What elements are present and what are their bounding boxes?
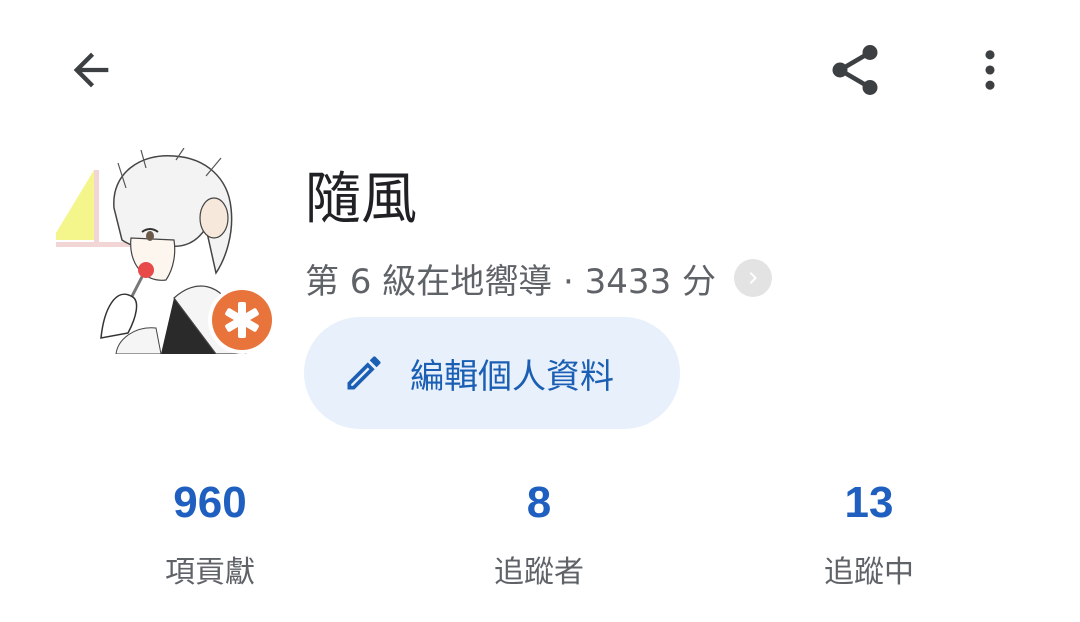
following-stat[interactable]: 13 追蹤中 xyxy=(739,470,999,598)
followers-count: 8 xyxy=(526,478,552,527)
local-guide-level-text: 第 6 級在地嚮導 · 3433 分 xyxy=(305,261,717,302)
local-guide-level-row[interactable]: 第 6 級在地嚮導 · 3433 分 xyxy=(305,252,773,304)
profile-page: 隨風 第 6 級在地嚮導 · 3433 分 編輯個人資料 960 項貢獻 8 追… xyxy=(0,0,1080,622)
profile-name: 隨風 xyxy=(305,167,417,232)
contributions-count: 960 xyxy=(173,478,247,527)
following-label: 追蹤中 xyxy=(824,555,914,590)
pencil-icon xyxy=(347,356,381,390)
contributions-label: 項貢獻 xyxy=(165,555,255,590)
followers-label: 追蹤者 xyxy=(494,555,584,590)
arrow-back-icon xyxy=(73,52,109,88)
edit-profile-button[interactable]: 編輯個人資料 xyxy=(304,317,680,429)
avatar-container[interactable] xyxy=(56,148,278,356)
following-count: 13 xyxy=(844,478,894,527)
more-options-button[interactable] xyxy=(954,34,1026,106)
back-button[interactable] xyxy=(55,34,127,106)
edit-profile-label: 編輯個人資料 xyxy=(410,356,614,397)
share-icon xyxy=(832,45,878,95)
chevron-right-icon[interactable] xyxy=(734,259,773,297)
more-vert-icon xyxy=(985,50,995,90)
share-button[interactable] xyxy=(819,34,891,106)
local-guide-badge-icon xyxy=(208,286,276,354)
contributions-stat[interactable]: 960 項貢獻 xyxy=(80,470,340,598)
followers-stat[interactable]: 8 追蹤者 xyxy=(409,470,669,598)
